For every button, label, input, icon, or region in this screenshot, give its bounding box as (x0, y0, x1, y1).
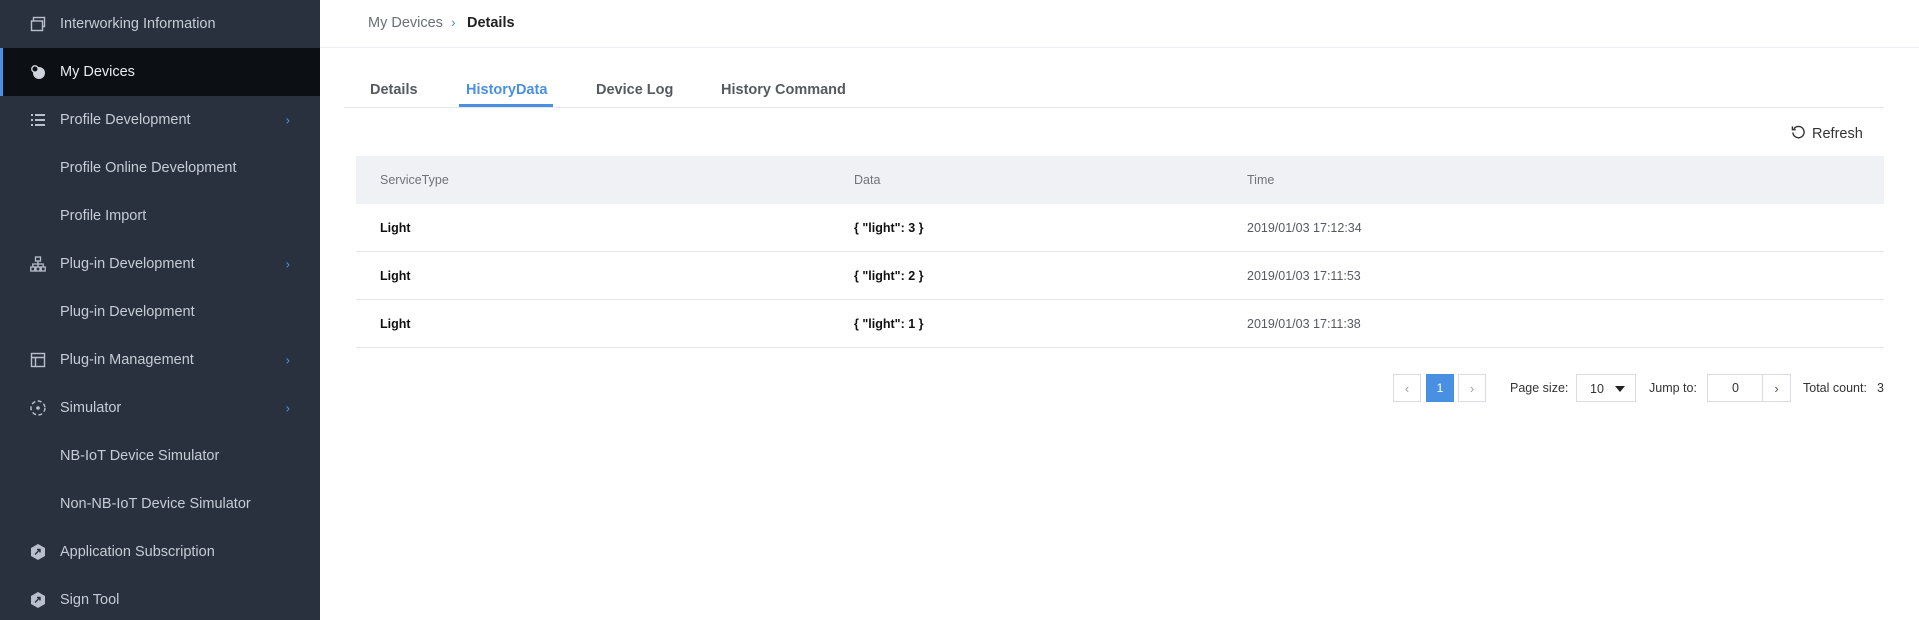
column-header-servicetype: ServiceType (380, 173, 449, 187)
jump-to-control: › (1707, 374, 1791, 402)
column-header-time: Time (1247, 173, 1275, 187)
cell-servicetype: Light (380, 317, 411, 331)
list-icon (28, 110, 48, 130)
refresh-label: Refresh (1812, 125, 1863, 142)
hierarchy-icon (28, 254, 48, 274)
sidebar-item-label: Profile Import (60, 208, 147, 224)
devices-icon (28, 62, 48, 82)
active-tab-indicator (459, 104, 553, 107)
breadcrumb-bar (320, 0, 1919, 48)
breadcrumb-parent-link[interactable]: My Devices (368, 15, 443, 31)
prev-page-button[interactable]: ‹ (1393, 374, 1421, 402)
page-size-select[interactable]: 10 (1576, 374, 1636, 402)
sidebar-item-profile-online-development[interactable]: Profile Online Development (0, 144, 320, 192)
page-button-current[interactable]: 1 (1426, 374, 1454, 402)
chevron-right-icon: › (285, 352, 290, 368)
cell-time: 2019/01/03 17:11:38 (1247, 317, 1361, 331)
sidebar-item-non-nb-iot-device-simulator[interactable]: Non-NB-IoT Device Simulator (0, 480, 320, 528)
cell-data: { "light": 3 } (854, 221, 924, 235)
page-size-value: 10 (1590, 382, 1604, 396)
sidebar-item-plugin-development[interactable]: Plug-in Development (0, 288, 320, 336)
chevron-right-icon: › (285, 256, 290, 272)
table-row: Light { "light": 2 } 2019/01/03 17:11:53 (356, 252, 1884, 300)
history-data-table: ServiceType Data Time Light { "light": 3… (356, 156, 1884, 348)
sidebar-item-sign-tool[interactable]: Sign Tool (0, 576, 320, 620)
sidebar-item-label: Non-NB-IoT Device Simulator (60, 496, 251, 512)
sidebar-item-label: NB-IoT Device Simulator (60, 448, 220, 464)
chevron-left-icon: ‹ (1404, 380, 1410, 396)
sidebar-item-profile-import[interactable]: Profile Import (0, 192, 320, 240)
sidebar-item-label: Interworking Information (60, 16, 216, 32)
chevron-right-icon: › (1469, 380, 1475, 396)
table-row: Light { "light": 3 } 2019/01/03 17:12:34 (356, 204, 1884, 252)
sidebar-item-label: Profile Online Development (60, 160, 237, 176)
cell-time: 2019/01/03 17:12:34 (1247, 221, 1362, 235)
hexagon-icon (28, 542, 48, 562)
chevron-right-icon: › (285, 112, 290, 128)
total-count-label: Total count: (1803, 381, 1867, 395)
total-count-value: 3 (1877, 381, 1884, 395)
cell-servicetype: Light (380, 221, 411, 235)
sidebar-item-label: Sign Tool (60, 592, 120, 608)
tab-historydata[interactable]: HistoryData (466, 82, 547, 98)
window-icon (28, 14, 48, 34)
sidebar-item-simulator[interactable]: Simulator › (0, 384, 320, 432)
table-header: ServiceType Data Time (356, 156, 1884, 204)
chevron-right-icon: › (285, 400, 290, 416)
refresh-button[interactable]: Refresh (1791, 124, 1863, 143)
tab-details[interactable]: Details (370, 82, 418, 98)
column-header-data: Data (854, 173, 881, 187)
caret-down-icon (1615, 386, 1625, 392)
sidebar-item-label: Plug-in Management (60, 352, 194, 368)
sidebar-item-plugin-development-group[interactable]: Plug-in Development › (0, 240, 320, 288)
tab-device-log[interactable]: Device Log (596, 82, 673, 98)
jump-go-button[interactable]: › (1762, 375, 1790, 401)
sidebar-item-profile-development[interactable]: Profile Development › (0, 96, 320, 144)
next-page-button[interactable]: › (1458, 374, 1486, 402)
sidebar-item-label: Application Subscription (60, 544, 215, 560)
jump-to-label: Jump to: (1649, 381, 1697, 395)
sidebar-item-label: Simulator (60, 400, 122, 416)
sidebar-item-label: Plug-in Development (60, 304, 195, 320)
hexagon-icon (28, 590, 48, 610)
cell-data: { "light": 2 } (854, 269, 924, 283)
page-size-label: Page size: (1510, 381, 1569, 395)
chevron-right-icon: › (1774, 380, 1779, 396)
sidebar-item-application-subscription[interactable]: Application Subscription (0, 528, 320, 576)
sidebar-item-label: Plug-in Development (60, 256, 195, 272)
tab-history-command[interactable]: History Command (721, 82, 846, 98)
panel-icon (28, 350, 48, 370)
table-row: Light { "light": 1 } 2019/01/03 17:11:38 (356, 300, 1884, 348)
refresh-icon (1791, 124, 1806, 143)
cell-data: { "light": 1 } (854, 317, 924, 331)
sidebar-item-nb-iot-device-simulator[interactable]: NB-IoT Device Simulator (0, 432, 320, 480)
tab-bar (344, 72, 1884, 108)
cell-time: 2019/01/03 17:11:53 (1247, 269, 1361, 283)
sidebar-item-interworking-information[interactable]: Interworking Information (0, 0, 320, 48)
jump-to-input[interactable] (1708, 375, 1763, 401)
sidebar-item-label: My Devices (60, 64, 135, 80)
sidebar-item-label: Profile Development (60, 112, 191, 128)
simulator-icon (28, 398, 48, 418)
chevron-right-icon: › (451, 14, 456, 30)
sidebar-item-plugin-management[interactable]: Plug-in Management › (0, 336, 320, 384)
sidebar-item-my-devices[interactable]: My Devices (0, 48, 320, 96)
sidebar: Interworking Information My Devices Prof… (0, 0, 320, 620)
cell-servicetype: Light (380, 269, 411, 283)
page-title: Details (467, 15, 515, 31)
